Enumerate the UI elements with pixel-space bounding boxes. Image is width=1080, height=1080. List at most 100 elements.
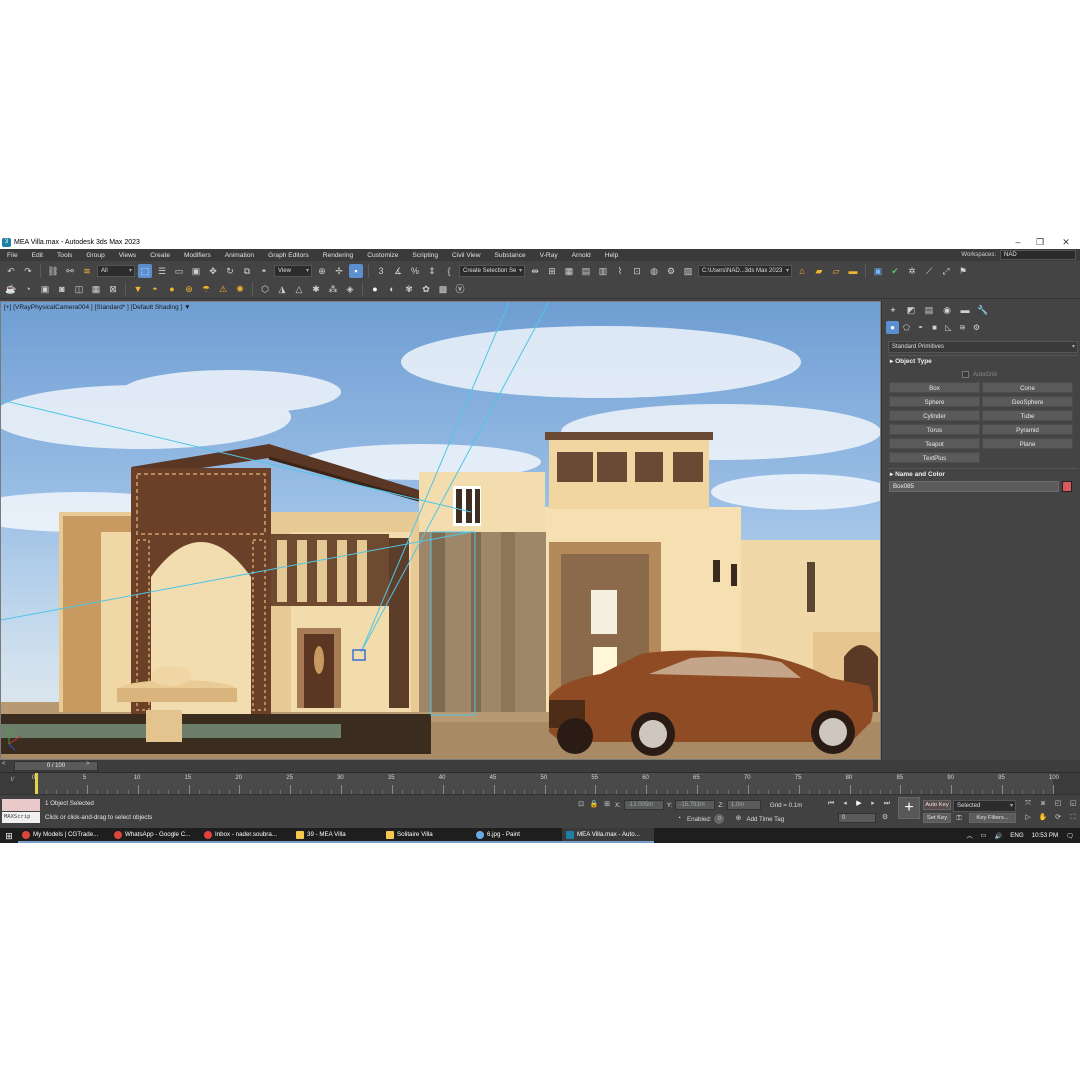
go-to-end-icon[interactable]: ⏭ <box>881 798 893 810</box>
next-frame-icon[interactable]: ▸ <box>867 798 879 810</box>
curve-editor-icon[interactable]: ⌇ <box>613 264 627 278</box>
geosphere-button[interactable]: GeoSphere <box>982 396 1073 407</box>
snaps-toggle-icon[interactable]: 3 <box>374 264 388 278</box>
object-color-swatch[interactable] <box>1062 481 1072 492</box>
notification-icon[interactable]: 🗨 <box>1066 832 1074 840</box>
angle-snap-icon[interactable]: ∡ <box>391 264 405 278</box>
track-bar-toggle-icon[interactable]: ⌇⁄ <box>10 776 14 783</box>
menu-file[interactable]: File <box>0 252 25 259</box>
menu-modifiers[interactable]: Modifiers <box>177 252 218 259</box>
z-coordinate-field[interactable]: 1.0m <box>726 800 761 810</box>
pivot-center-icon[interactable]: ⊕ <box>315 264 329 278</box>
select-move-icon[interactable]: ✥ <box>206 264 220 278</box>
tool-a-icon[interactable]: ⟋ <box>922 264 936 278</box>
rectangular-selection-icon[interactable]: ▭ <box>172 264 186 278</box>
percent-snap-icon[interactable]: % <box>408 264 422 278</box>
menu-scripting[interactable]: Scripting <box>405 252 445 259</box>
check-icon[interactable]: ✔ <box>888 264 902 278</box>
taskbar-item-solitaire-villa[interactable]: Solitaire Villa <box>382 828 472 843</box>
select-by-name-icon[interactable]: ☰ <box>155 264 169 278</box>
vray-render-icon[interactable]: ◔ <box>21 282 35 296</box>
set-key-button[interactable]: Set Key <box>923 813 951 823</box>
utilities-tab-icon[interactable]: 🔧 <box>976 303 990 317</box>
key-mode-dropdown[interactable]: Selected <box>953 800 1016 812</box>
time-configuration-icon[interactable]: ⚙ <box>880 813 890 823</box>
rendered-frame-window-icon[interactable]: ▨ <box>681 264 695 278</box>
vray-ambient-light-icon[interactable]: ⚠ <box>216 282 230 296</box>
toggle-ribbon-icon[interactable]: ▥ <box>596 264 610 278</box>
vray-lister-icon[interactable]: ▦ <box>89 282 103 296</box>
viewport-label[interactable]: [+] [VRayPhysicalCamera004 ] [Standard* … <box>4 304 191 311</box>
keyboard-shortcut-override-icon[interactable]: ▪ <box>349 263 363 278</box>
previous-frame-icon[interactable]: ◂ <box>839 798 851 810</box>
tool-b-icon[interactable]: ⤢ <box>939 264 953 278</box>
menu-arnold[interactable]: Arnold <box>565 252 598 259</box>
bind-space-warp-icon[interactable]: ≋ <box>80 264 94 278</box>
toggle-layer-explorer-icon[interactable]: ▤ <box>579 264 593 278</box>
modify-tab-icon[interactable]: ◩ <box>904 303 918 317</box>
menu-help[interactable]: Help <box>598 252 626 259</box>
menu-edit[interactable]: Edit <box>25 252 50 259</box>
track-ruler[interactable]: 0 5 10 15 20 25 30 35 40 45 50 55 60 65 70 75 80 85 90 95 10… <box>32 773 1059 795</box>
select-rotate-icon[interactable]: ↻ <box>223 264 237 278</box>
vray-sun-icon[interactable]: ☂ <box>199 282 213 296</box>
vray-material-icon[interactable]: ● <box>368 282 382 296</box>
key-mode-toggle-icon[interactable]: ⚿ <box>953 813 965 824</box>
select-scale-icon[interactable]: ⧉ <box>240 264 254 278</box>
restore-icon[interactable]: ❐ <box>1028 235 1052 249</box>
lock-selection-icon[interactable]: 🔒 <box>589 800 599 810</box>
vray-sunlight-icon[interactable]: ✺ <box>233 282 247 296</box>
menu-animation[interactable]: Animation <box>218 252 261 259</box>
vray-frame-buffer-icon[interactable]: ▣ <box>38 282 52 296</box>
textplus-button[interactable]: TextPlus <box>889 452 980 463</box>
torus-button[interactable]: Torus <box>889 424 980 435</box>
open-folder-icon[interactable]: ▰ <box>812 264 826 278</box>
orbit-icon[interactable]: ⟳ <box>1052 812 1064 824</box>
camera-viewport[interactable]: [+] [VRayPhysicalCamera004 ] [Standard* … <box>0 301 881 760</box>
archive-icon[interactable]: ▱ <box>829 264 843 278</box>
maximize-viewport-icon[interactable]: ⛶ <box>1067 812 1079 824</box>
toggle-scene-explorer-icon[interactable]: ▦ <box>562 264 576 278</box>
menu-vray[interactable]: V-Ray <box>533 252 565 259</box>
vray-light-icon[interactable]: ▼ <box>131 282 145 296</box>
taskbar-item-3dsmax[interactable]: MEA Villa.max - Auto... <box>562 828 654 843</box>
zoom-all-icon[interactable]: ⧈ <box>1037 798 1049 810</box>
teapot-button[interactable]: Teapot <box>889 438 980 449</box>
schematic-view-icon[interactable]: ⊡ <box>630 264 644 278</box>
field-of-view-icon[interactable]: ▷ <box>1022 812 1034 824</box>
x-coordinate-field[interactable]: -12.005m <box>623 800 664 810</box>
material-editor-icon[interactable]: ◍ <box>647 264 661 278</box>
vray-material-override-icon[interactable]: ◐ <box>385 282 399 296</box>
undo-icon[interactable]: ↶ <box>4 264 18 278</box>
vray-proxy-icon[interactable]: ⊠ <box>106 282 120 296</box>
absolute-mode-icon[interactable]: ⊞ <box>602 800 612 810</box>
link-icon[interactable]: ⛓ <box>46 264 60 278</box>
adaptive-degradation-icon[interactable]: ◔ <box>674 814 684 824</box>
filter-icon[interactable]: ▼ <box>184 304 190 311</box>
windows-start-icon[interactable]: ⊞ <box>0 828 18 843</box>
vray-camera-icon[interactable]: ◙ <box>55 282 69 296</box>
place-icon[interactable]: ◓ <box>257 264 271 278</box>
vray-chaos-scans-icon[interactable]: ▩ <box>436 282 450 296</box>
close-icon[interactable]: ✕ <box>1054 235 1078 249</box>
autogrid-checkbox[interactable] <box>962 371 969 378</box>
language-indicator[interactable]: ENG <box>1010 832 1023 839</box>
zoom-icon[interactable]: ⤧ <box>1022 798 1034 810</box>
go-to-start-icon[interactable]: ⏮ <box>825 798 837 810</box>
menu-rendering[interactable]: Rendering <box>316 252 360 259</box>
clock[interactable]: 10:53 PM <box>1032 832 1058 839</box>
track-bar[interactable]: ⌇⁄ 0 5 10 15 20 25 30 35 40 45 50 55 60 65 70 75 80 85 90 9… <box>0 772 1080 795</box>
tray-chevron-icon[interactable]: ︿ <box>966 831 972 840</box>
vray-vision-icon[interactable]: ✾ <box>402 282 416 296</box>
select-manipulate-icon[interactable]: ✢ <box>332 264 346 278</box>
vray-ies-light-icon[interactable]: ⊛ <box>182 282 196 296</box>
time-tag-icon[interactable]: ⊕ <box>733 814 743 824</box>
render-production-icon[interactable]: ▣ <box>871 264 885 278</box>
vray-teapot-icon[interactable]: ☕ <box>4 282 18 296</box>
set-keys-icon[interactable]: + <box>898 797 920 819</box>
vray-sphere-light-icon[interactable]: ● <box>165 282 179 296</box>
select-object-icon[interactable]: ⬚ <box>138 263 152 278</box>
vray-asset-editor-icon[interactable]: ◫ <box>72 282 86 296</box>
taskbar-item-inbox[interactable]: Inbox - nader.soubra... <box>200 828 292 843</box>
sphere-button[interactable]: Sphere <box>889 396 980 407</box>
